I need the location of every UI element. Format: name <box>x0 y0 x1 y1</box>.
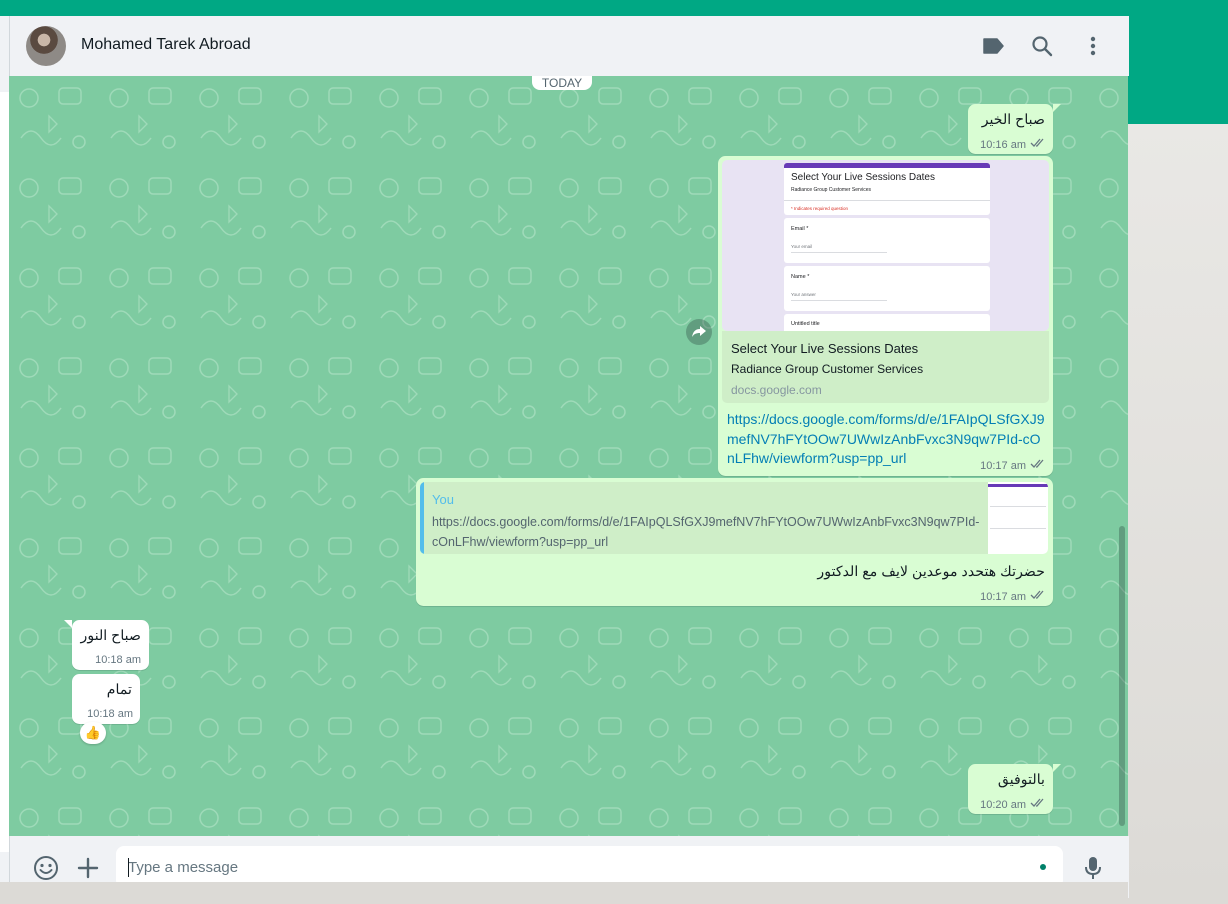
message-text: تمام <box>106 682 132 698</box>
window-background <box>1128 124 1228 904</box>
link-preview-details[interactable]: Select Your Live Sessions Dates Radiance… <box>722 331 1049 403</box>
message-bubble-incoming[interactable]: صباح النور 10:18 am <box>64 620 149 670</box>
form-email-placeholder: Your email <box>791 244 813 249</box>
form-email-card: Email * Your email <box>784 218 990 263</box>
form-untitled-card: Untitled title <box>784 314 990 331</box>
microphone-icon[interactable] <box>1080 855 1106 881</box>
form-name-card: Name * Your answer <box>784 266 990 311</box>
double-check-icon <box>1030 459 1046 472</box>
link-preview-description: Radiance Group Customer Services <box>731 362 924 376</box>
message-bubble-incoming[interactable]: تمام 10:18 am <box>72 674 140 724</box>
menu-icon[interactable] <box>1081 34 1105 58</box>
bubble-tail <box>1053 104 1061 112</box>
input-status-dot <box>1040 864 1046 870</box>
message-text: بالتوفيق <box>997 772 1045 788</box>
message-bubble-outgoing[interactable]: بالتوفيق 10:20 am <box>968 764 1061 814</box>
form-input-line <box>791 252 887 253</box>
message-time: 10:16 am <box>980 138 1026 151</box>
top-brand-band <box>0 0 1228 16</box>
double-check-icon <box>1030 798 1046 811</box>
form-email-label: Email * <box>791 226 809 232</box>
message-bubble-outgoing[interactable]: صباح الخير 10:16 am <box>968 104 1061 154</box>
form-input-line <box>791 300 887 301</box>
message-time: 10:17 am <box>980 459 1026 472</box>
side-brand-band <box>1128 16 1228 124</box>
message-text: صباح الخير <box>981 112 1045 128</box>
contact-avatar[interactable] <box>26 26 66 66</box>
quote-text: https://docs.google.com/forms/d/e/1FAIpQ… <box>432 515 980 549</box>
message-bubble-reply[interactable]: You https://docs.google.com/forms/d/e/1F… <box>416 478 1053 606</box>
link-preview-host: docs.google.com <box>731 383 822 397</box>
form-divider <box>784 200 990 201</box>
attach-plus-icon[interactable] <box>75 855 101 881</box>
quote-author: You <box>432 492 454 507</box>
message-meta: 10:18 am <box>87 708 133 720</box>
emoji-icon[interactable] <box>33 855 59 881</box>
message-meta: 10:20 am <box>980 798 1046 811</box>
chat-scrollbar[interactable] <box>1119 526 1125 826</box>
message-time: 10:17 am <box>980 590 1026 603</box>
message-bubble-link-preview[interactable]: Select Your Live Sessions Dates Radiance… <box>718 156 1053 476</box>
form-subtitle: Radiance Group Customer Services <box>791 187 872 193</box>
conversation-panel[interactable]: TODAY صباح الخير 10:16 am Select Your Li… <box>9 76 1128 836</box>
window-bottom-edge <box>0 882 1128 904</box>
message-text: حضرتك هتحدد موعدين لايف مع الدكتور <box>817 564 1045 580</box>
quoted-message[interactable]: You https://docs.google.com/forms/d/e/1F… <box>420 482 1048 554</box>
link-preview-image[interactable]: Select Your Live Sessions Dates Radiance… <box>722 160 1049 331</box>
message-time: 10:18 am <box>95 654 141 666</box>
chat-header[interactable]: Mohamed Tarek Abroad <box>9 16 1129 76</box>
chat-window: Mohamed Tarek Abroad TODAY صباح الخير 10… <box>0 16 1129 904</box>
forward-button[interactable] <box>686 319 712 345</box>
form-name-label: Name * <box>791 274 810 280</box>
bubble-tail <box>64 620 72 628</box>
text-caret <box>128 858 129 877</box>
form-name-placeholder: Your answer <box>791 292 816 297</box>
day-divider: TODAY <box>532 76 592 90</box>
message-time: 10:20 am <box>980 798 1026 811</box>
form-title: Select Your Live Sessions Dates <box>791 172 935 183</box>
message-meta: 10:16 am <box>980 138 1046 151</box>
quote-accent-bar <box>420 482 424 554</box>
double-check-icon <box>1030 590 1046 603</box>
message-meta: 10:17 am <box>980 590 1046 603</box>
message-meta: 10:18 am <box>95 654 141 666</box>
contact-name[interactable]: Mohamed Tarek Abroad <box>81 36 251 54</box>
forward-icon <box>692 326 706 337</box>
search-icon[interactable] <box>1030 34 1054 58</box>
double-check-icon <box>1030 138 1046 151</box>
quote-thumbnail <box>988 482 1048 554</box>
message-meta: 10:17 am <box>980 459 1046 472</box>
bubble-tail <box>1053 764 1061 772</box>
form-required-note: * Indicates required question <box>791 206 849 211</box>
reaction-badge[interactable]: 👍 <box>80 722 106 744</box>
label-icon[interactable] <box>981 34 1005 58</box>
message-text: صباح النور <box>80 628 141 644</box>
form-title-card: Select Your Live Sessions Dates Radiance… <box>784 163 990 215</box>
form-untitled-label: Untitled title <box>791 321 820 327</box>
link-preview-title: Select Your Live Sessions Dates <box>731 341 919 356</box>
message-time: 10:18 am <box>87 708 133 720</box>
